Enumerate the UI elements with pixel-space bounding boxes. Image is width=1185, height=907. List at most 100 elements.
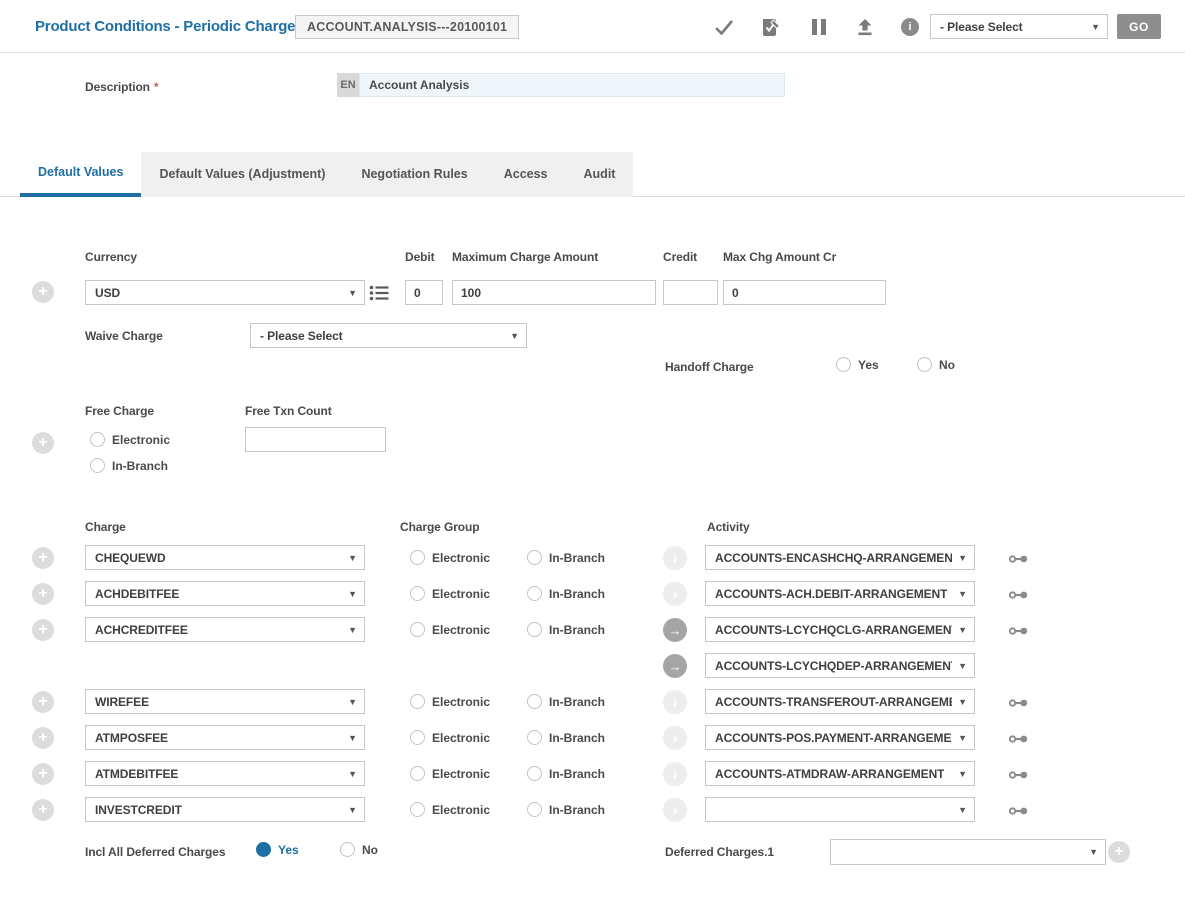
free-txn-count-input[interactable] — [245, 427, 386, 452]
add-charge-row-icon[interactable]: + — [32, 583, 54, 605]
add-free-charge-row-icon[interactable]: + — [32, 432, 54, 454]
radio-circle — [90, 432, 105, 447]
activity-value: ACCOUNTS-LCYCHQDEP-ARRANGEMENT — [715, 659, 952, 673]
charge-group-electronic-radio[interactable]: Electronic — [410, 802, 490, 817]
charge-group-electronic-radio[interactable]: Electronic — [410, 730, 490, 745]
add-currency-row-icon[interactable]: + — [32, 281, 54, 303]
upload-icon[interactable] — [854, 16, 876, 38]
add-charge-row-icon[interactable]: + — [32, 691, 54, 713]
charge-group-inbranch-radio[interactable]: In-Branch — [527, 550, 605, 565]
charge-select[interactable]: WIREFEE ▼ — [85, 689, 365, 714]
free-charge-electronic-radio[interactable]: Electronic — [90, 432, 170, 447]
incl-deferred-no-radio[interactable]: No — [340, 842, 378, 857]
free-charge-inbranch-radio[interactable]: In-Branch — [90, 458, 168, 473]
activity-select[interactable]: ACCOUNTS-POS.PAYMENT-ARRANGEMENT ▼ — [705, 725, 975, 750]
add-deferred-charge-icon[interactable]: + — [1108, 841, 1130, 863]
add-charge-row-icon[interactable]: + — [32, 727, 54, 749]
charge-group-electronic-radio[interactable]: Electronic — [410, 586, 490, 601]
activity-select[interactable]: ACCOUNTS-LCYCHQDEP-ARRANGEMENT ▼ — [705, 653, 975, 678]
header-bar: Product Conditions - Periodic Charges AC… — [0, 0, 1185, 53]
debit-label: Debit — [405, 250, 435, 264]
tab-access[interactable]: Access — [486, 152, 566, 197]
hold-pause-icon[interactable] — [808, 16, 830, 38]
radio-circle — [527, 802, 542, 817]
link-icon[interactable] — [1008, 768, 1030, 786]
radio-circle — [340, 842, 355, 857]
max-chg-amount-cr-input[interactable] — [723, 280, 886, 305]
charge-group-inbranch-radio[interactable]: In-Branch — [527, 766, 605, 781]
expand-activity-chevron-icon[interactable]: › — [663, 726, 687, 750]
activity-select[interactable]: ACCOUNTS-ENCASHCHQ-ARRANGEMENT ▼ — [705, 545, 975, 570]
charge-group-electronic-radio[interactable]: Electronic — [410, 622, 490, 637]
activity-select[interactable]: ACCOUNTS-TRANSFEROUT-ARRANGEMENT ▼ — [705, 689, 975, 714]
charge-select[interactable]: ATMDEBITFEE ▼ — [85, 761, 365, 786]
charge-row: + CHEQUEWD ▼ Electronic In-Branch › ACCO… — [0, 545, 1185, 571]
add-charge-row-icon[interactable]: + — [32, 763, 54, 785]
activity-value: ACCOUNTS-ATMDRAW-ARRANGEMENT — [715, 767, 944, 781]
charge-value: ACHCREDITFEE — [95, 623, 188, 637]
charge-group-inbranch-radio[interactable]: In-Branch — [527, 730, 605, 745]
charge-select[interactable]: ACHCREDITFEE ▼ — [85, 617, 365, 642]
charge-select[interactable]: ATMPOSFEE ▼ — [85, 725, 365, 750]
expand-activity-chevron-icon[interactable]: › — [663, 690, 687, 714]
charge-group-inbranch-radio[interactable]: In-Branch — [527, 802, 605, 817]
expand-activity-chevron-icon[interactable]: → — [663, 618, 687, 642]
link-icon[interactable] — [1008, 732, 1030, 750]
waive-charge-select[interactable]: - Please Select ▼ — [250, 323, 527, 348]
radio-circle — [527, 586, 542, 601]
charge-select[interactable]: ACHDEBITFEE ▼ — [85, 581, 365, 606]
add-charge-row-icon[interactable]: + — [32, 799, 54, 821]
link-icon[interactable] — [1008, 804, 1030, 822]
charge-group-electronic-radio[interactable]: Electronic — [410, 550, 490, 565]
link-icon[interactable] — [1008, 696, 1030, 714]
charge-row: + ACHCREDITFEE ▼ Electronic In-Branch → … — [0, 617, 1185, 643]
expand-activity-chevron-icon[interactable]: › — [663, 762, 687, 786]
expand-activity-chevron-icon[interactable]: › — [663, 546, 687, 570]
page-title: Product Conditions - Periodic Charges — [35, 18, 303, 35]
expand-activity-chevron-icon[interactable]: › — [663, 798, 687, 822]
lookup-list-icon[interactable] — [369, 285, 389, 306]
description-input[interactable]: Account Analysis — [359, 73, 785, 97]
deferred-charges-select[interactable]: ▼ — [830, 839, 1106, 865]
charge-select[interactable]: CHEQUEWD ▼ — [85, 545, 365, 570]
tab-audit[interactable]: Audit — [566, 152, 634, 197]
activity-select[interactable]: ACCOUNTS-ACH.DEBIT-ARRANGEMENT ▼ — [705, 581, 975, 606]
handoff-yes-radio[interactable]: Yes — [836, 357, 879, 372]
page: Product Conditions - Periodic Charges AC… — [0, 0, 1185, 907]
tab-bar: Default ValuesDefault Values (Adjustment… — [20, 152, 633, 197]
credit-input[interactable] — [663, 280, 718, 305]
info-icon[interactable]: i — [899, 16, 921, 38]
handoff-no-radio[interactable]: No — [917, 357, 955, 372]
radio-circle — [527, 766, 542, 781]
charge-group-inbranch-radio[interactable]: In-Branch — [527, 622, 605, 637]
activity-select[interactable]: ACCOUNTS-LCYCHQCLG-ARRANGEMENT ▼ — [705, 617, 975, 642]
chevron-down-icon: ▼ — [958, 769, 967, 779]
expand-activity-chevron-icon[interactable]: › — [663, 582, 687, 606]
charge-group-electronic-radio[interactable]: Electronic — [410, 694, 490, 709]
link-icon[interactable] — [1008, 624, 1030, 642]
activity-select[interactable]: ▼ — [705, 797, 975, 822]
charge-group-electronic-radio[interactable]: Electronic — [410, 766, 490, 781]
activity-select[interactable]: ACCOUNTS-ATMDRAW-ARRANGEMENT ▼ — [705, 761, 975, 786]
charge-group-inbranch-radio[interactable]: In-Branch — [527, 586, 605, 601]
incl-deferred-yes-radio[interactable]: Yes — [256, 842, 299, 857]
commit-check-icon[interactable] — [713, 16, 735, 38]
maximum-charge-amount-input[interactable] — [452, 280, 656, 305]
go-button[interactable]: GO — [1117, 14, 1161, 39]
debit-input[interactable] — [405, 280, 443, 305]
action-select[interactable]: - Please Select ▼ — [930, 14, 1108, 39]
tab-negotiation-rules[interactable]: Negotiation Rules — [343, 152, 485, 197]
tab-default-values-adjustment-[interactable]: Default Values (Adjustment) — [141, 152, 343, 197]
add-charge-row-icon[interactable]: + — [32, 619, 54, 641]
validate-document-icon[interactable] — [759, 16, 781, 38]
add-charge-row-icon[interactable]: + — [32, 547, 54, 569]
link-icon[interactable] — [1008, 552, 1030, 570]
expand-activity-chevron-icon[interactable]: → — [663, 654, 687, 678]
charge-select[interactable]: INVESTCREDIT ▼ — [85, 797, 365, 822]
currency-select[interactable]: USD ▼ — [85, 280, 365, 305]
link-icon[interactable] — [1008, 588, 1030, 606]
radio-circle — [410, 550, 425, 565]
chevron-down-icon: ▼ — [958, 697, 967, 707]
charge-group-inbranch-radio[interactable]: In-Branch — [527, 694, 605, 709]
tab-default-values[interactable]: Default Values — [20, 152, 141, 197]
